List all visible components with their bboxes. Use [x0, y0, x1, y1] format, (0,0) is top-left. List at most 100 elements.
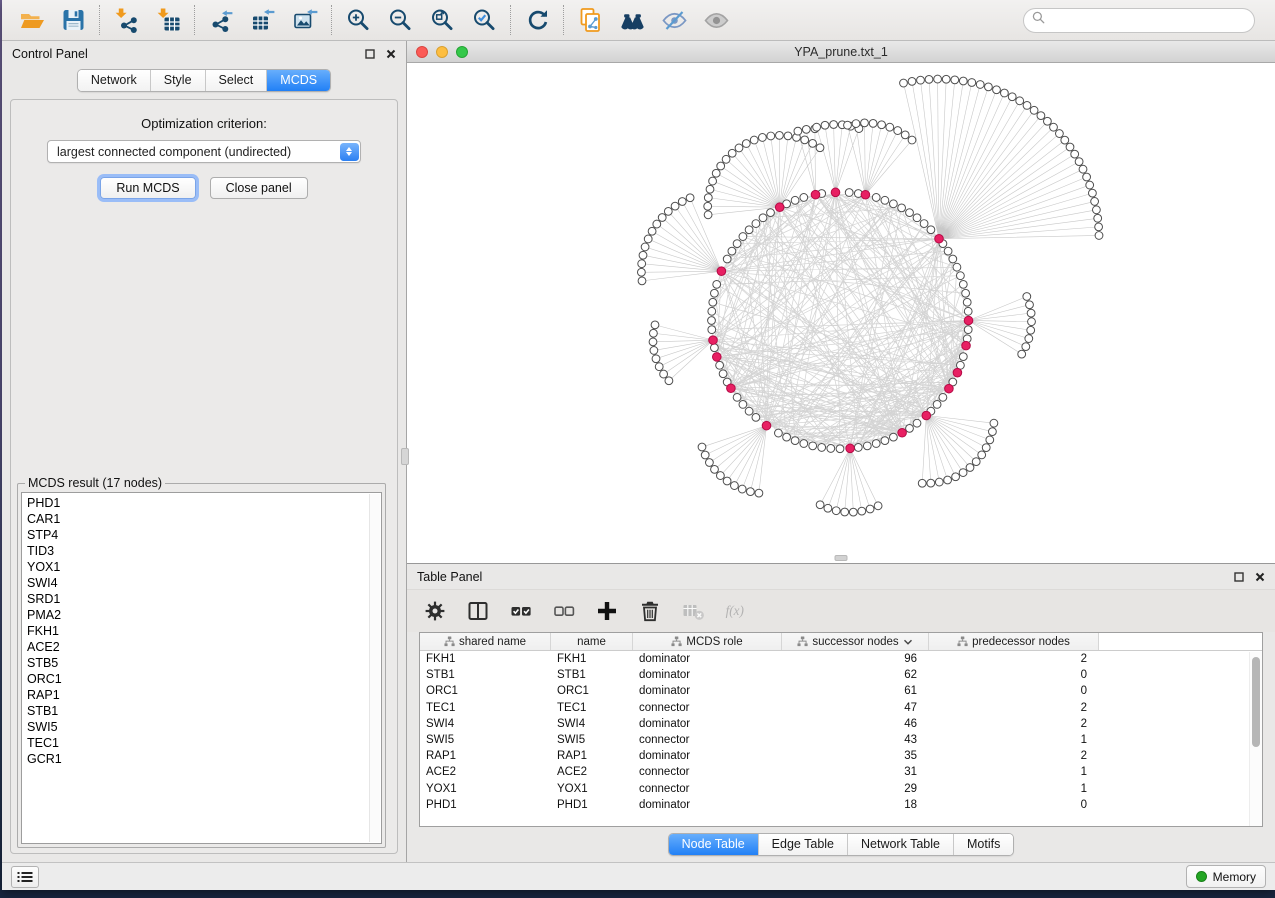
column-header-name[interactable]: name [551, 633, 633, 650]
table-row[interactable]: STB1STB1dominator620 [420, 667, 1262, 683]
deselect-all-rows-button[interactable] [552, 599, 576, 623]
scrollbar-thumb[interactable] [1252, 657, 1260, 747]
float-panel-icon[interactable] [1234, 572, 1244, 582]
table-tab-network-table[interactable]: Network Table [847, 834, 953, 855]
column-header-predecessor-nodes[interactable]: predecessor nodes [929, 633, 1099, 650]
table-row[interactable]: ACE2ACE2connector311 [420, 764, 1262, 780]
table-row[interactable]: SWI4SWI4dominator462 [420, 716, 1262, 732]
export-image-button[interactable] [284, 3, 326, 37]
mcds-result-item[interactable]: STB5 [27, 655, 381, 671]
column-label: predecessor nodes [972, 636, 1070, 648]
table-tab-node-table[interactable]: Node Table [669, 834, 758, 855]
table-mode-button[interactable] [423, 599, 447, 623]
mcds-result-item[interactable]: CAR1 [27, 511, 381, 527]
tab-mcds[interactable]: MCDS [266, 70, 330, 91]
function-builder-button: f(x) [724, 599, 748, 623]
new-network-from-selection-button[interactable] [569, 3, 611, 37]
table-body: FKH1FKH1dominator962STB1STB1dominator620… [420, 651, 1262, 813]
search-input[interactable] [1051, 13, 1247, 27]
tab-network[interactable]: Network [78, 70, 150, 91]
first-neighbors-of-selected-nodes-button[interactable] [611, 3, 653, 37]
cell-successor-nodes: 18 [782, 797, 929, 813]
mcds-result-item[interactable]: GCR1 [27, 751, 381, 767]
table-row[interactable]: RAP1RAP1dominator352 [420, 748, 1262, 764]
window-minimize-traffic-light[interactable] [436, 46, 448, 58]
mcds-result-item[interactable]: RAP1 [27, 687, 381, 703]
export-table-button[interactable] [242, 3, 284, 37]
zoom-in-button[interactable] [337, 3, 379, 37]
mcds-result-item[interactable]: SRD1 [27, 591, 381, 607]
export-network-button[interactable] [200, 3, 242, 37]
show-graphics-details-button[interactable] [695, 3, 737, 37]
show-hide-columns-button[interactable] [466, 599, 490, 623]
optimization-criterion-select[interactable]: largest connected component (undirected) [47, 140, 361, 163]
open-session-button[interactable] [10, 3, 52, 37]
mcds-result-item[interactable]: SWI4 [27, 575, 381, 591]
tab-select[interactable]: Select [205, 70, 267, 91]
mcds-result-item[interactable]: YOX1 [27, 559, 381, 575]
cell-mcds-role: dominator [633, 797, 782, 813]
mcds-result-item[interactable]: STB1 [27, 703, 381, 719]
network-graph[interactable] [407, 63, 1275, 563]
mcds-result-item[interactable]: PMA2 [27, 607, 381, 623]
window-close-traffic-light[interactable] [416, 46, 428, 58]
horizontal-splitter-grip[interactable] [835, 555, 848, 561]
select-all-icon [509, 599, 533, 623]
mcds-result-item[interactable]: SWI5 [27, 719, 381, 735]
table-tab-edge-table[interactable]: Edge Table [758, 834, 847, 855]
mcds-result-item[interactable]: ACE2 [27, 639, 381, 655]
mcds-list-scrollbar[interactable] [369, 494, 380, 842]
cell-name: FKH1 [551, 651, 633, 667]
table-row[interactable]: ORC1ORC1dominator610 [420, 683, 1262, 699]
table-row[interactable]: FKH1FKH1dominator962 [420, 651, 1262, 667]
zoom-fit-content-button[interactable] [421, 3, 463, 37]
mcds-result-item[interactable]: PHD1 [27, 495, 381, 511]
memory-button[interactable]: Memory [1186, 865, 1266, 888]
cell-shared-name: PHD1 [420, 797, 551, 813]
close-panel-icon[interactable] [386, 49, 396, 59]
list-icon [17, 871, 33, 883]
table-row[interactable]: TEC1TEC1connector472 [420, 700, 1262, 716]
table-row[interactable]: YOX1YOX1connector291 [420, 781, 1262, 797]
hide-graphics-details-button[interactable] [653, 3, 695, 37]
control-panel-title: Control Panel [12, 47, 88, 61]
save-session-button[interactable] [52, 3, 94, 37]
float-panel-icon[interactable] [365, 49, 375, 59]
column-header-successor-nodes[interactable]: successor nodes [782, 633, 929, 650]
cell-predecessor-nodes: 1 [929, 732, 1099, 748]
search-box[interactable] [1023, 8, 1255, 33]
mcds-result-item[interactable]: TEC1 [27, 735, 381, 751]
cell-predecessor-nodes: 1 [929, 781, 1099, 797]
mcds-result-item[interactable]: TID3 [27, 543, 381, 559]
import-network-from-file-button[interactable] [105, 3, 147, 37]
table-vertical-scrollbar[interactable] [1249, 652, 1262, 826]
zoom-out-button[interactable] [379, 3, 421, 37]
run-mcds-button[interactable]: Run MCDS [100, 177, 195, 199]
table-row[interactable]: SWI5SWI5connector431 [420, 732, 1262, 748]
column-header-shared-name[interactable]: shared name [420, 633, 551, 650]
network-canvas[interactable] [407, 63, 1275, 563]
mcds-result-item[interactable]: ORC1 [27, 671, 381, 687]
mcds-result-item[interactable]: FKH1 [27, 623, 381, 639]
import-table-from-file-button[interactable] [147, 3, 189, 37]
refresh-network-view-button[interactable] [516, 3, 558, 37]
svg-text:f(x): f(x) [726, 603, 744, 618]
tab-style[interactable]: Style [150, 70, 205, 91]
control-panel: Control Panel NetworkStyleSelectMCDS Opt… [2, 41, 407, 862]
mcds-result-item[interactable]: STP4 [27, 527, 381, 543]
column-header-mcds-role[interactable]: MCDS role [633, 633, 782, 650]
network-window-titlebar[interactable]: YPA_prune.txt_1 [407, 41, 1275, 63]
delete-columns-button[interactable] [638, 599, 662, 623]
create-new-column-button[interactable] [595, 599, 619, 623]
window-maximize-traffic-light[interactable] [456, 46, 468, 58]
close-panel-button[interactable]: Close panel [210, 177, 308, 199]
table-tab-motifs[interactable]: Motifs [953, 834, 1013, 855]
mcds-result-list[interactable]: PHD1CAR1STP4TID3YOX1SWI4SRD1PMA2FKH1ACE2… [21, 492, 382, 844]
table-row[interactable]: PHD1PHD1dominator180 [420, 797, 1262, 813]
export-network-icon [208, 7, 235, 33]
zoom-selected-region-button[interactable] [463, 3, 505, 37]
select-all-rows-button[interactable] [509, 599, 533, 623]
vertical-splitter-grip[interactable] [401, 448, 409, 465]
close-panel-icon[interactable] [1255, 572, 1265, 582]
show-panels-list-button[interactable] [11, 866, 39, 888]
